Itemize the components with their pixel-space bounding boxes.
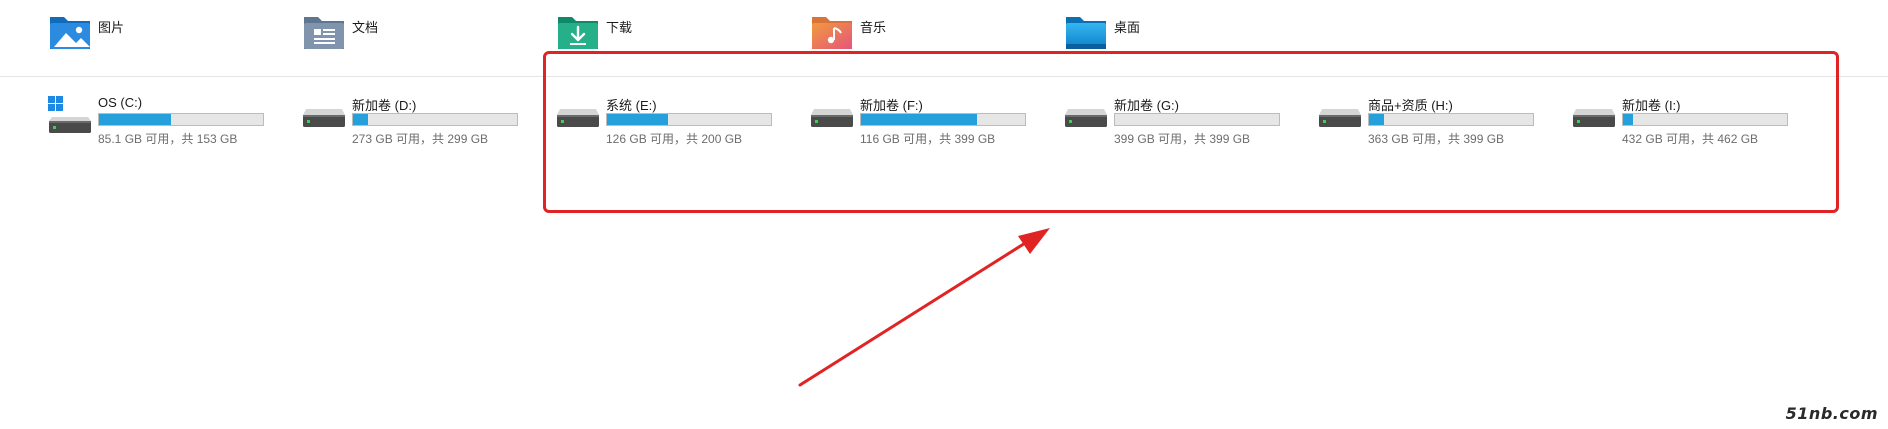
drive-usage-bar — [606, 113, 772, 126]
drive-f[interactable]: 新加卷 (F:) 116 GB 可用，共 399 GB — [810, 95, 1030, 155]
folder-pictures[interactable]: 图片 — [48, 13, 124, 53]
drive-g[interactable]: 新加卷 (G:) 399 GB 可用，共 399 GB — [1064, 95, 1284, 155]
folder-label: 下载 — [606, 20, 633, 35]
folder-music[interactable]: 音乐 — [810, 13, 886, 53]
drive-space-info: 399 GB 可用，共 399 GB — [1114, 132, 1251, 146]
desktop-folder-icon — [1066, 17, 1106, 49]
drive-name: OS (C:) — [98, 95, 143, 110]
drive-name: 新加卷 (F:) — [860, 98, 923, 113]
hard-drive-icon — [557, 109, 599, 127]
drive-usage-fill — [861, 114, 978, 125]
drive-name: 系统 (E:) — [606, 98, 657, 113]
drive-c[interactable]: OS (C:) 85.1 GB 可用，共 153 GB — [48, 95, 268, 155]
drive-space-info: 126 GB 可用，共 200 GB — [606, 132, 743, 146]
drive-name: 新加卷 (D:) — [352, 98, 417, 113]
drive-usage-fill — [1623, 114, 1633, 125]
folder-documents[interactable]: 文档 — [302, 13, 378, 53]
folder-label: 图片 — [98, 20, 125, 35]
drive-usage-fill — [1369, 114, 1384, 125]
drive-space-info: 432 GB 可用，共 462 GB — [1622, 132, 1759, 146]
drive-usage-bar — [860, 113, 1026, 126]
drive-name: 商品+资质 (H:) — [1368, 98, 1453, 113]
hard-drive-icon — [303, 109, 345, 127]
quick-access-folders: 图片 文档 下载 音乐 桌面 — [0, 0, 1888, 76]
folder-desktop[interactable]: 桌面 — [1064, 13, 1140, 53]
folder-downloads[interactable]: 下载 — [556, 13, 632, 53]
hard-drive-icon — [811, 109, 853, 127]
drive-space-info: 363 GB 可用，共 399 GB — [1368, 132, 1505, 146]
drive-h[interactable]: 商品+资质 (H:) 363 GB 可用，共 399 GB — [1318, 95, 1538, 155]
drive-usage-bar — [98, 113, 264, 126]
drive-name: 新加卷 (I:) — [1622, 98, 1681, 113]
drive-usage-bar — [1622, 113, 1788, 126]
hard-drive-icon — [1319, 109, 1361, 127]
drive-usage-bar — [1114, 113, 1280, 126]
documents-folder-icon — [304, 17, 344, 49]
drive-usage-bar — [352, 113, 518, 126]
drive-e[interactable]: 系统 (E:) 126 GB 可用，共 200 GB — [556, 95, 776, 155]
section-divider — [0, 76, 1888, 77]
music-folder-icon — [812, 17, 852, 49]
drive-usage-bar — [1368, 113, 1534, 126]
folder-label: 音乐 — [860, 20, 887, 35]
folder-label: 文档 — [352, 20, 379, 35]
drive-name: 新加卷 (G:) — [1114, 98, 1179, 113]
drive-i[interactable]: 新加卷 (I:) 432 GB 可用，共 462 GB — [1572, 95, 1792, 155]
drive-usage-fill — [607, 114, 668, 125]
drive-space-info: 116 GB 可用，共 399 GB — [860, 132, 996, 146]
windows-system-drive-icon — [48, 96, 91, 133]
drive-d[interactable]: 新加卷 (D:) 273 GB 可用，共 299 GB — [302, 95, 522, 155]
drive-space-info: 85.1 GB 可用，共 153 GB — [98, 132, 238, 146]
drive-space-info: 273 GB 可用，共 299 GB — [352, 132, 489, 146]
file-explorer-view: 图片 文档 下载 音乐 桌面 OS (C:) 85.1 GB 可用，共 153 … — [0, 0, 1888, 429]
watermark-logo: 51nb.com — [1785, 404, 1878, 423]
hard-drive-icon — [1065, 109, 1107, 127]
pictures-folder-icon — [50, 17, 90, 49]
drive-usage-fill — [99, 114, 172, 125]
drive-usage-fill — [353, 114, 368, 125]
downloads-folder-icon — [558, 17, 598, 49]
folder-label: 桌面 — [1114, 20, 1141, 35]
hard-drive-icon — [1573, 109, 1615, 127]
